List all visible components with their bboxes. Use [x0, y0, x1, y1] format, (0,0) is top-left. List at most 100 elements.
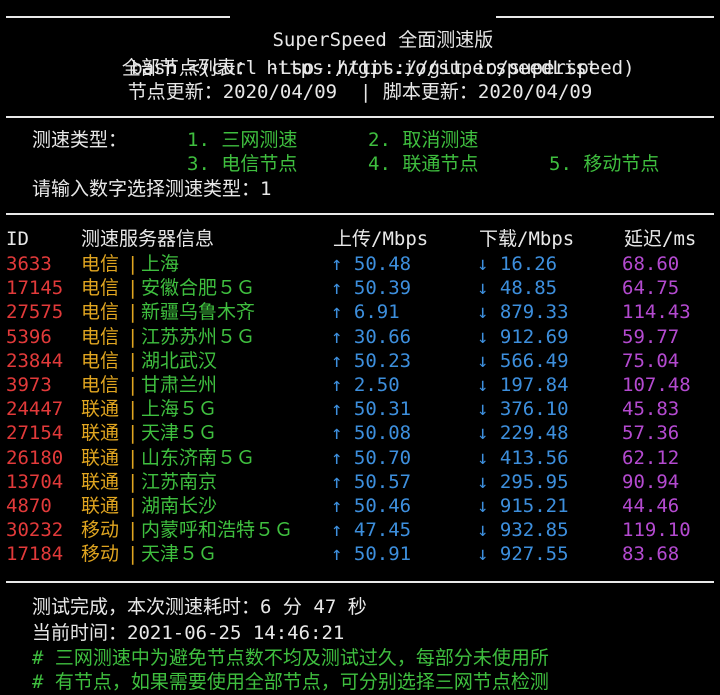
- note-line-1: # 三网测速中为避免节点数不均及测试过久，每部分未使用所: [32, 647, 549, 669]
- update-line: 节点更新：2020/04/09 | 脚本更新：2020/04/09: [0, 80, 720, 104]
- row-upload: ↑ 50.70: [331, 446, 412, 469]
- row-download: ↓ 295.95: [477, 470, 569, 493]
- table-row: 17145 电信 | 安徽合肥５Ｇ ↑ 50.39 ↓ 48.85 64.75: [0, 276, 720, 300]
- node-list-label: 全部节点列表：: [121, 57, 255, 79]
- table-row: 27575 电信 | 新疆乌鲁木齐 ↑ 6.91 ↓ 879.33 114.43: [0, 300, 720, 324]
- script-update-label: 脚本更新：: [382, 81, 478, 103]
- row-download: ↓ 915.21: [477, 495, 569, 517]
- row-id: 27154: [6, 422, 64, 445]
- row-location: 内蒙呼和浩特５Ｇ: [141, 519, 294, 542]
- row-isp: 联通: [81, 495, 120, 517]
- row-isp: 联通: [81, 422, 120, 445]
- row-isp: 电信: [81, 325, 120, 348]
- done-text: 测试完成，本次测速耗时：: [32, 596, 261, 618]
- row-download: ↓ 413.56: [477, 446, 569, 469]
- row-isp: 联通: [81, 470, 120, 493]
- row-isp: 电信: [81, 349, 120, 372]
- row-upload: ↑ 50.91: [331, 543, 412, 566]
- row-id: 13704: [6, 470, 64, 493]
- row-latency: 90.94: [622, 470, 680, 493]
- row-separator-bar: |: [127, 495, 139, 517]
- terminal-window[interactable]: SuperSpeed 全面测速版 bash <(curl -Lso- https…: [0, 0, 720, 695]
- row-download: ↓ 197.84: [477, 374, 569, 396]
- row-isp: 电信: [81, 374, 120, 396]
- row-location: 新疆乌鲁木齐: [141, 301, 256, 324]
- row-download: ↓ 879.33: [477, 301, 569, 324]
- node-list-line: 全部节点列表： https://git.io/superspeedList: [0, 56, 720, 80]
- table-row: 24447 联通 | 上海５Ｇ ↑ 50.31 ↓ 376.10 45.83: [0, 397, 720, 421]
- row-separator-bar: |: [127, 470, 139, 493]
- row-download: ↓ 932.85: [477, 519, 569, 542]
- table-row: 4870 联通 | 湖南长沙 ↑ 50.46 ↓ 915.21 44.46: [0, 494, 720, 518]
- row-isp: 联通: [81, 446, 120, 469]
- table-row: 30232 移动 | 内蒙呼和浩特５Ｇ ↑ 47.45 ↓ 932.85 119.10: [0, 518, 720, 542]
- row-latency: 119.10: [622, 519, 691, 542]
- column-upload: 上传/Mbps: [333, 228, 429, 250]
- row-upload: ↑ 2.50: [331, 374, 400, 396]
- row-latency: 75.04: [622, 349, 680, 372]
- row-id: 26180: [6, 446, 64, 469]
- column-latency: 延迟/ms: [624, 228, 697, 250]
- row-isp: 联通: [81, 398, 120, 421]
- row-download: ↓ 16.26: [477, 253, 558, 275]
- separator: [6, 213, 714, 215]
- row-latency: 44.46: [622, 495, 680, 517]
- row-location: 甘肃兰州: [141, 374, 218, 396]
- row-isp: 移动: [81, 519, 120, 542]
- menu-option-4: 4. 联通节点: [368, 153, 479, 175]
- menu-prompt-line[interactable]: 请输入数字选择测速类型：1: [32, 177, 271, 201]
- row-separator-bar: |: [127, 253, 139, 275]
- row-id: 3633: [6, 253, 52, 275]
- row-id: 30232: [6, 519, 64, 542]
- menu-option-5: 5. 移动节点: [549, 153, 660, 175]
- row-isp: 移动: [81, 543, 120, 566]
- row-latency: 114.43: [622, 301, 691, 324]
- row-separator-bar: |: [127, 325, 139, 348]
- row-isp: 电信: [81, 277, 120, 300]
- row-upload: ↑ 50.57: [331, 470, 412, 493]
- title-bar: SuperSpeed 全面测速版: [6, 4, 714, 51]
- menu-prompt: 请输入数字选择测速类型：: [32, 178, 261, 200]
- row-isp: 电信: [81, 301, 120, 324]
- table-row: 5396 电信 | 江苏苏州５Ｇ ↑ 30.66 ↓ 912.69 59.77: [0, 325, 720, 349]
- separator: [6, 581, 714, 583]
- row-id: 3973: [6, 374, 52, 396]
- separator: [6, 116, 714, 118]
- row-id: 24447: [6, 398, 64, 421]
- table-row: 3973 电信 | 甘肃兰州 ↑ 2.50 ↓ 197.84 107.48: [0, 373, 720, 397]
- row-upload: ↑ 50.46: [331, 495, 412, 517]
- row-latency: 107.48: [622, 374, 691, 396]
- row-location: 江苏苏州５Ｇ: [141, 325, 256, 348]
- row-upload: ↑ 30.66: [331, 325, 412, 348]
- row-separator-bar: |: [127, 301, 139, 324]
- row-separator-bar: |: [127, 446, 139, 469]
- column-id: ID: [6, 228, 29, 250]
- row-upload: ↑ 6.91: [331, 301, 400, 324]
- row-upload: ↑ 50.31: [331, 398, 412, 421]
- table-row: 26180 联通 | 山东济南５Ｇ ↑ 50.70 ↓ 413.56 62.12: [0, 446, 720, 470]
- row-upload: ↑ 50.08: [331, 422, 412, 445]
- script-update-date: 2020/04/09: [477, 81, 593, 103]
- row-location: 安徽合肥５Ｇ: [141, 277, 256, 300]
- row-separator-bar: |: [127, 422, 139, 445]
- menu-option-1: 1. 三网测速: [187, 129, 298, 151]
- column-download: 下载/Mbps: [479, 228, 575, 250]
- node-list-url: https://git.io/superspeedList: [266, 57, 599, 79]
- menu-type-label: 测速类型：: [32, 129, 128, 151]
- node-update-label: 节点更新：: [127, 81, 223, 103]
- done-line: 测试完成，本次测速耗时：6 分 47 秒: [32, 595, 367, 619]
- note-line-2: # 有节点，如果需要使用全部节点，可分别选择三网节点检测: [32, 671, 549, 693]
- minutes-unit: 分: [282, 596, 302, 618]
- row-upload: ↑ 50.39: [331, 277, 412, 300]
- update-divider: |: [359, 81, 372, 103]
- row-upload: ↑ 50.48: [331, 253, 412, 275]
- row-location: 上海: [141, 253, 180, 275]
- row-id: 27575: [6, 301, 64, 324]
- row-location: 天津５Ｇ: [141, 422, 218, 445]
- row-location: 山东济南５Ｇ: [141, 446, 256, 469]
- duration-seconds: 47: [313, 596, 337, 618]
- row-latency: 68.60: [622, 253, 680, 275]
- row-location: 江苏南京: [141, 470, 218, 493]
- row-download: ↓ 927.55: [477, 543, 569, 566]
- table-row: 17184 移动 | 天津５Ｇ ↑ 50.91 ↓ 927.55 83.68: [0, 542, 720, 566]
